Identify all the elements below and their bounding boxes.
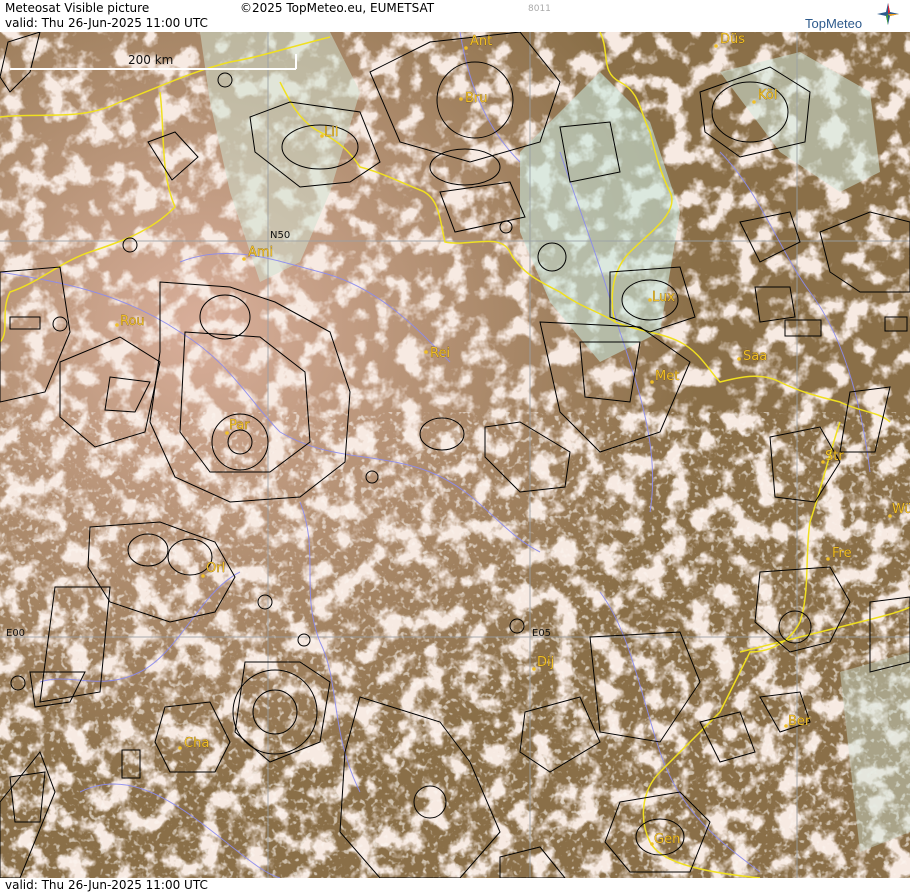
city-label: Rei [430,346,450,361]
city-marker[interactable]: Wü [888,502,910,518]
lat-label-n50: N50 [270,230,290,241]
city-label: Gen [654,832,680,847]
city-marker[interactable]: Str [821,449,845,464]
city-label: Str [825,449,844,464]
valid-time-header: valid: Thu 26-Jun-2025 11:00 UTC [5,16,208,30]
footer-bar: valid: Thu 26-Jun-2025 11:00 UTC [0,878,910,893]
valid-time-footer: valid: Thu 26-Jun-2025 11:00 UTC [5,878,208,892]
city-marker[interactable]: Met [650,369,680,384]
city-label: Cha [184,736,209,751]
city-marker[interactable]: Gen [650,832,681,847]
city-label: Dij [537,655,554,670]
topmeteo-logo: TopMeteo [805,3,900,31]
header-bar: Meteosat Visible picture valid: Thu 26-J… [0,0,910,32]
city-label: Düs [720,32,745,47]
logo-text: TopMeteo [805,16,863,31]
lon-label-e00: E00 [6,628,25,639]
city-marker[interactable]: Lux [648,290,675,305]
city-marker[interactable]: Par [225,418,250,435]
city-label: Ami [248,245,273,260]
city-label: Rou [120,314,145,329]
city-label: Ber [788,714,811,729]
city-label: Orl [206,561,225,576]
city-label: Saa [743,349,767,364]
city-marker[interactable]: Ber [784,714,811,729]
city-label: Met [655,369,679,384]
city-label: Lil [324,125,338,140]
satellite-map[interactable]: 200 km N50 E00 E05 Ant Düs Bru Köl Lil A… [0,32,910,878]
city-label: Wü [892,502,910,517]
city-label: Köl [758,88,777,103]
copyright: ©2025 TopMeteo.eu, EUMETSAT [240,1,435,15]
scale-label: 200 km [128,53,173,67]
city-label: Lux [652,290,675,305]
city-label: Par [229,418,250,433]
lon-label-e05: E05 [532,628,551,639]
image-code: 8011 [528,4,551,14]
map-title: Meteosat Visible picture [5,1,150,15]
map-frame: Meteosat Visible picture valid: Thu 26-J… [0,0,910,893]
city-label: Ant [470,34,492,49]
city-label: Fre [832,546,852,561]
city-marker[interactable]: Rou [115,314,145,329]
compass-star-icon [877,3,899,25]
map-canvas[interactable]: 200 km N50 E00 E05 Ant Düs Bru Köl Lil A… [0,32,910,878]
city-label: Bru [465,91,488,106]
